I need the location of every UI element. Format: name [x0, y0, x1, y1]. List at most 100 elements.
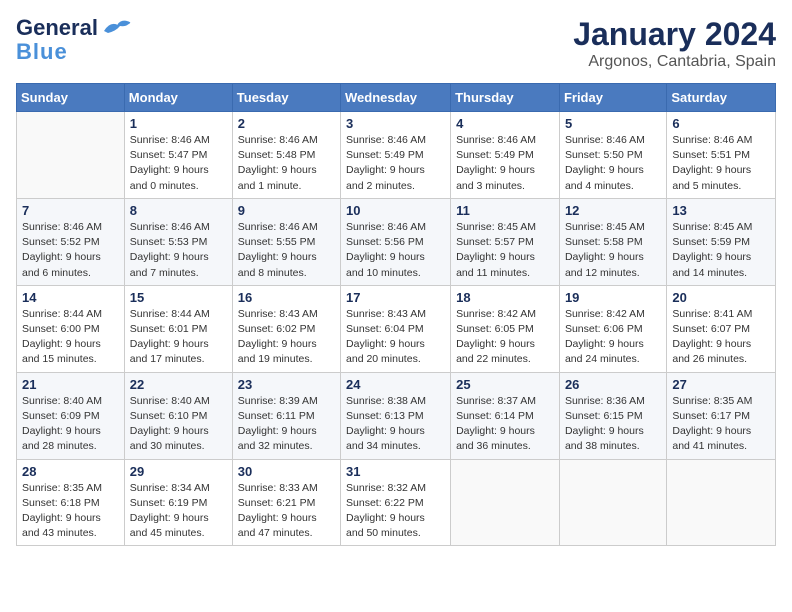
calendar-header: SundayMondayTuesdayWednesdayThursdayFrid… [17, 84, 776, 112]
weekday-header-thursday: Thursday [451, 84, 560, 112]
weekday-header-tuesday: Tuesday [232, 84, 340, 112]
day-number: 26 [565, 377, 661, 392]
calendar-cell: 16 Sunrise: 8:43 AM Sunset: 6:02 PM Dayli… [232, 285, 340, 372]
calendar-cell: 19 Sunrise: 8:42 AM Sunset: 6:06 PM Dayli… [559, 285, 666, 372]
calendar-cell: 31 Sunrise: 8:32 AM Sunset: 6:22 PM Dayli… [341, 459, 451, 546]
day-info: Sunrise: 8:35 AM Sunset: 6:17 PM Dayligh… [672, 394, 770, 455]
day-info: Sunrise: 8:42 AM Sunset: 6:06 PM Dayligh… [565, 307, 661, 368]
day-info: Sunrise: 8:36 AM Sunset: 6:15 PM Dayligh… [565, 394, 661, 455]
calendar-cell: 10Sunrise: 8:46 AM Sunset: 5:56 PM Dayli… [341, 198, 451, 285]
day-number: 6 [672, 116, 770, 131]
day-number: 21 [22, 377, 119, 392]
weekday-header-saturday: Saturday [667, 84, 776, 112]
day-number: 2 [238, 116, 335, 131]
weekday-header-sunday: Sunday [17, 84, 125, 112]
calendar-body: 1Sunrise: 8:46 AM Sunset: 5:47 PM Daylig… [17, 112, 776, 546]
calendar-week-row: 14 Sunrise: 8:44 AM Sunset: 6:00 PM Dayli… [17, 285, 776, 372]
calendar-cell: 28 Sunrise: 8:35 AM Sunset: 6:18 PM Dayli… [17, 459, 125, 546]
day-number: 8 [130, 203, 227, 218]
day-number: 14 [22, 290, 119, 305]
day-info: Sunrise: 8:43 AM Sunset: 6:02 PM Dayligh… [238, 307, 335, 368]
day-number: 13 [672, 203, 770, 218]
calendar-cell: 2 Sunrise: 8:46 AM Sunset: 5:48 PM Daylig… [232, 112, 340, 199]
day-info: Sunrise: 8:41 AM Sunset: 6:07 PM Dayligh… [672, 307, 770, 368]
day-number: 4 [456, 116, 554, 131]
calendar-cell [17, 112, 125, 199]
day-number: 17 [346, 290, 445, 305]
calendar-table: SundayMondayTuesdayWednesdayThursdayFrid… [16, 83, 776, 546]
calendar-cell: 26 Sunrise: 8:36 AM Sunset: 6:15 PM Dayli… [559, 372, 666, 459]
day-number: 19 [565, 290, 661, 305]
day-info: Sunrise: 8:46 AM Sunset: 5:53 PM Dayligh… [130, 220, 227, 281]
calendar-cell: 23 Sunrise: 8:39 AM Sunset: 6:11 PM Dayli… [232, 372, 340, 459]
day-info: Sunrise: 8:46 AM Sunset: 5:50 PM Dayligh… [565, 133, 661, 194]
calendar-cell: 18Sunrise: 8:42 AM Sunset: 6:05 PM Dayli… [451, 285, 560, 372]
day-info: Sunrise: 8:33 AM Sunset: 6:21 PM Dayligh… [238, 481, 335, 542]
calendar-cell: 22 Sunrise: 8:40 AM Sunset: 6:10 PM Dayli… [124, 372, 232, 459]
day-info: Sunrise: 8:46 AM Sunset: 5:48 PM Dayligh… [238, 133, 335, 194]
calendar-week-row: 7 Sunrise: 8:46 AM Sunset: 5:52 PM Daylig… [17, 198, 776, 285]
calendar-week-row: 1Sunrise: 8:46 AM Sunset: 5:47 PM Daylig… [17, 112, 776, 199]
calendar-cell: 3Sunrise: 8:46 AM Sunset: 5:49 PM Daylig… [341, 112, 451, 199]
logo-blue-text: Blue [16, 40, 68, 64]
calendar-cell: 5 Sunrise: 8:46 AM Sunset: 5:50 PM Daylig… [559, 112, 666, 199]
day-number: 20 [672, 290, 770, 305]
day-number: 3 [346, 116, 445, 131]
day-number: 31 [346, 464, 445, 479]
calendar-cell: 8 Sunrise: 8:46 AM Sunset: 5:53 PM Daylig… [124, 198, 232, 285]
day-number: 27 [672, 377, 770, 392]
calendar-week-row: 28 Sunrise: 8:35 AM Sunset: 6:18 PM Dayli… [17, 459, 776, 546]
logo-bird-icon [100, 17, 132, 39]
day-info: Sunrise: 8:44 AM Sunset: 6:01 PM Dayligh… [130, 307, 227, 368]
day-number: 24 [346, 377, 445, 392]
day-info: Sunrise: 8:34 AM Sunset: 6:19 PM Dayligh… [130, 481, 227, 542]
calendar-cell: 11Sunrise: 8:45 AM Sunset: 5:57 PM Dayli… [451, 198, 560, 285]
calendar-cell: 15Sunrise: 8:44 AM Sunset: 6:01 PM Dayli… [124, 285, 232, 372]
weekday-header-wednesday: Wednesday [341, 84, 451, 112]
day-info: Sunrise: 8:46 AM Sunset: 5:47 PM Dayligh… [130, 133, 227, 194]
calendar-cell: 6 Sunrise: 8:46 AM Sunset: 5:51 PM Daylig… [667, 112, 776, 199]
day-number: 5 [565, 116, 661, 131]
weekday-header-friday: Friday [559, 84, 666, 112]
day-info: Sunrise: 8:32 AM Sunset: 6:22 PM Dayligh… [346, 481, 445, 542]
calendar-cell: 12 Sunrise: 8:45 AM Sunset: 5:58 PM Dayli… [559, 198, 666, 285]
day-info: Sunrise: 8:38 AM Sunset: 6:13 PM Dayligh… [346, 394, 445, 455]
day-info: Sunrise: 8:37 AM Sunset: 6:14 PM Dayligh… [456, 394, 554, 455]
calendar-cell: 1Sunrise: 8:46 AM Sunset: 5:47 PM Daylig… [124, 112, 232, 199]
calendar-cell: 24 Sunrise: 8:38 AM Sunset: 6:13 PM Dayli… [341, 372, 451, 459]
day-info: Sunrise: 8:42 AM Sunset: 6:05 PM Dayligh… [456, 307, 554, 368]
day-number: 29 [130, 464, 227, 479]
day-number: 23 [238, 377, 335, 392]
day-info: Sunrise: 8:46 AM Sunset: 5:55 PM Dayligh… [238, 220, 335, 281]
day-number: 7 [22, 203, 119, 218]
day-number: 22 [130, 377, 227, 392]
day-number: 9 [238, 203, 335, 218]
day-info: Sunrise: 8:46 AM Sunset: 5:51 PM Dayligh… [672, 133, 770, 194]
day-number: 12 [565, 203, 661, 218]
weekday-header-row: SundayMondayTuesdayWednesdayThursdayFrid… [17, 84, 776, 112]
day-info: Sunrise: 8:46 AM Sunset: 5:49 PM Dayligh… [456, 133, 554, 194]
logo: General Blue [16, 16, 132, 64]
calendar-cell: 9 Sunrise: 8:46 AM Sunset: 5:55 PM Daylig… [232, 198, 340, 285]
calendar-cell: 21 Sunrise: 8:40 AM Sunset: 6:09 PM Dayli… [17, 372, 125, 459]
calendar-cell [451, 459, 560, 546]
location: Argonos, Cantabria, Spain [573, 53, 776, 71]
month-title: January 2024 [573, 16, 776, 53]
day-number: 16 [238, 290, 335, 305]
day-info: Sunrise: 8:45 AM Sunset: 5:58 PM Dayligh… [565, 220, 661, 281]
day-info: Sunrise: 8:35 AM Sunset: 6:18 PM Dayligh… [22, 481, 119, 542]
day-info: Sunrise: 8:40 AM Sunset: 6:10 PM Dayligh… [130, 394, 227, 455]
calendar-cell: 30 Sunrise: 8:33 AM Sunset: 6:21 PM Dayli… [232, 459, 340, 546]
day-info: Sunrise: 8:45 AM Sunset: 5:59 PM Dayligh… [672, 220, 770, 281]
day-info: Sunrise: 8:39 AM Sunset: 6:11 PM Dayligh… [238, 394, 335, 455]
day-info: Sunrise: 8:44 AM Sunset: 6:00 PM Dayligh… [22, 307, 119, 368]
day-number: 28 [22, 464, 119, 479]
day-info: Sunrise: 8:43 AM Sunset: 6:04 PM Dayligh… [346, 307, 445, 368]
calendar-cell: 20 Sunrise: 8:41 AM Sunset: 6:07 PM Dayli… [667, 285, 776, 372]
calendar-cell: 13 Sunrise: 8:45 AM Sunset: 5:59 PM Dayli… [667, 198, 776, 285]
day-info: Sunrise: 8:40 AM Sunset: 6:09 PM Dayligh… [22, 394, 119, 455]
logo-text: General [16, 16, 98, 40]
day-number: 30 [238, 464, 335, 479]
day-info: Sunrise: 8:46 AM Sunset: 5:52 PM Dayligh… [22, 220, 119, 281]
weekday-header-monday: Monday [124, 84, 232, 112]
